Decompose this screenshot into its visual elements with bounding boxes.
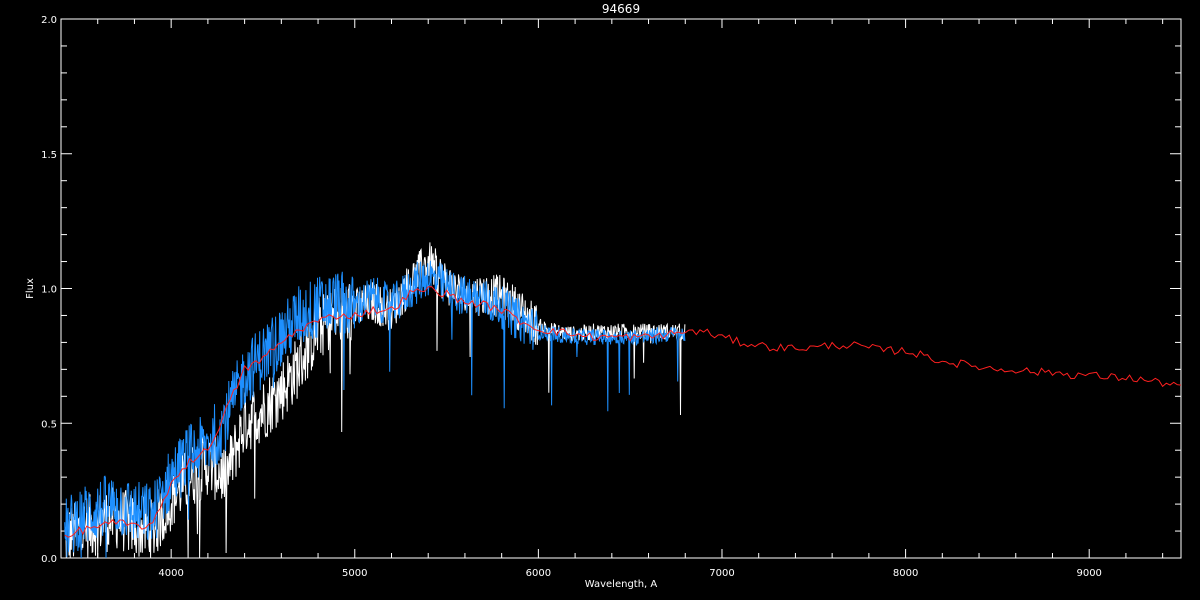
y-axis-label: Flux (25, 278, 36, 299)
x-tick-label: 9000 (1076, 568, 1101, 579)
series-line-3 (64, 286, 1182, 538)
axis-ticks: 4000 5000 6000 7000 8000 9000 0.0 0.5 1.0 1.5 2.0 (41, 15, 1181, 579)
y-tick-label: 0.0 (41, 554, 57, 565)
y-tick-label: 1.0 (41, 285, 57, 296)
chart-title: 94669 (602, 2, 640, 16)
y-tick-label: 2.0 (41, 15, 57, 26)
spectrum-chart: 94669 4000 5000 6000 7000 8000 9000 0.0 0.5 1.0 1… (25, 2, 1182, 590)
x-tick-label: 4000 (158, 568, 183, 579)
y-tick-label: 1.5 (41, 150, 57, 161)
x-axis-label: Wavelength, A (585, 579, 658, 590)
y-tick-label: 0.5 (41, 419, 57, 430)
x-tick-label: 7000 (709, 568, 734, 579)
x-tick-label: 6000 (526, 568, 551, 579)
x-tick-label: 8000 (893, 568, 918, 579)
series-lines (64, 242, 1182, 559)
series-line-2 (64, 260, 686, 559)
plot-frame (60, 18, 1182, 559)
x-tick-label: 5000 (342, 568, 367, 579)
axes-frame (60, 18, 1182, 559)
